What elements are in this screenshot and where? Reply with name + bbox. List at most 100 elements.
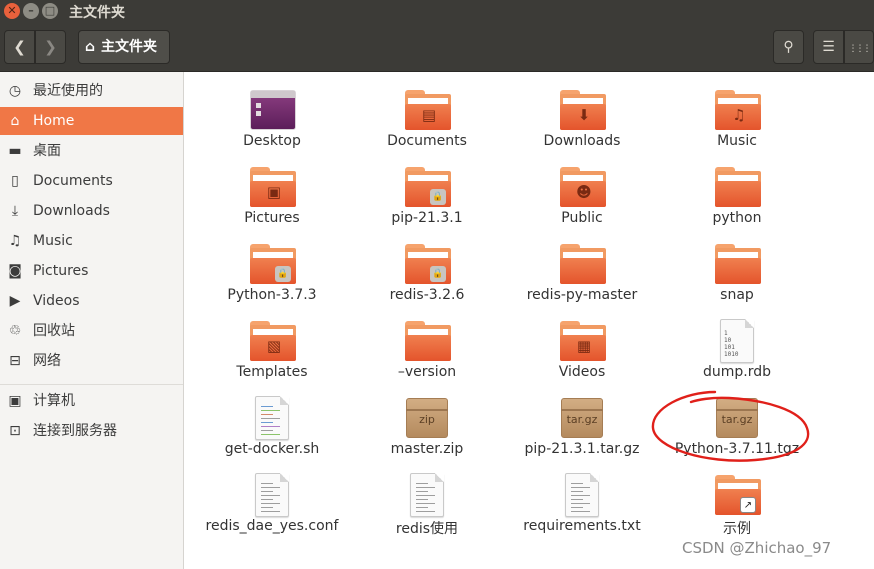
file-item[interactable]: 1 10 101 1010 dump.rdb: [662, 315, 812, 387]
sidebar-item-label: Downloads: [33, 203, 110, 219]
file-icon: ☻: [558, 165, 606, 209]
archive-type-label: zip: [419, 413, 435, 426]
file-item[interactable]: Desktop: [197, 84, 347, 156]
document-icon: ▯: [11, 173, 19, 189]
file-item[interactable]: ▤ Documents: [352, 84, 502, 156]
title-bar: ✕ – □ 主文件夹: [0, 0, 874, 23]
sidebar-item-9[interactable]: ♲ 回收站: [0, 317, 183, 345]
file-item[interactable]: get-docker.sh: [197, 392, 347, 464]
file-item[interactable]: redis使用: [352, 469, 502, 541]
desktop-icon-strip: [251, 91, 295, 98]
file-item[interactable]: zip master.zip: [352, 392, 502, 464]
file-item[interactable]: ♫ Music: [662, 84, 812, 156]
file-item[interactable]: ⬇ Downloads: [507, 84, 657, 156]
text-line: [416, 491, 428, 492]
document-emblem-icon: ▤: [421, 106, 437, 124]
text-line: [416, 487, 435, 488]
file-icon: [558, 242, 606, 286]
page-corner: [280, 473, 289, 482]
text-line: [416, 507, 428, 508]
folder-front: [405, 335, 451, 361]
file-item[interactable]: requirements.txt: [507, 469, 657, 541]
sidebar-item-10[interactable]: ⊟ 网络: [0, 347, 183, 375]
file-item[interactable]: redis-py-master: [507, 238, 657, 310]
file-item[interactable]: ▣ Pictures: [197, 161, 347, 233]
file-name: Templates: [236, 364, 308, 380]
file-item[interactable]: ▧ Templates: [197, 315, 347, 387]
page-corner: [280, 396, 289, 405]
lock-icon: 🔒: [275, 266, 291, 282]
file-name: Videos: [558, 364, 606, 380]
file-item[interactable]: ▦ Videos: [507, 315, 657, 387]
sidebar-divider: [0, 384, 183, 385]
sidebar-item-12[interactable]: ⊡ 连接到服务器: [0, 417, 183, 445]
file-icon: ▦: [558, 319, 606, 363]
file-item[interactable]: 🔒 pip-21.3.1: [352, 161, 502, 233]
page-corner: [745, 319, 754, 328]
text-line: [416, 495, 435, 496]
sidebar: ◷ 最近使用的 ⌂ Home ▬ 桌面 ▯ Documents ⤓ Downloads ♫ Music…: [0, 72, 184, 569]
path-bar-home-button[interactable]: ⌂ 主文件夹: [78, 30, 170, 64]
file-name: snap: [720, 287, 754, 303]
file-item[interactable]: snap: [662, 238, 812, 310]
file-item[interactable]: tar.gz pip-21.3.1.tar.gz: [507, 392, 657, 464]
sidebar-item-8[interactable]: ▶ Videos: [0, 287, 183, 315]
close-window-button[interactable]: ✕: [4, 3, 20, 19]
sidebar-item-label: Home: [33, 113, 75, 129]
folder-icon: ⬇: [560, 90, 606, 130]
file-item[interactable]: ↗ 示例: [662, 469, 812, 541]
minimize-window-button[interactable]: –: [23, 3, 39, 19]
file-item[interactable]: ☻ Public: [507, 161, 657, 233]
file-item[interactable]: python: [662, 161, 812, 233]
file-icon: ▤: [403, 88, 451, 132]
desktop-icon-block: [256, 103, 261, 108]
file-name: Public: [561, 210, 603, 226]
folder-icon: 🔒: [250, 244, 296, 284]
text-line: [261, 434, 280, 435]
file-name: Python-3.7.3: [227, 287, 317, 303]
sidebar-item-label: Videos: [33, 293, 80, 309]
search-button[interactable]: ⚲: [773, 30, 804, 64]
sidebar-item-1[interactable]: ◷ 最近使用的: [0, 77, 183, 105]
sidebar-item-label: 网络: [33, 353, 61, 369]
sidebar-item-6[interactable]: ♫ Music: [0, 227, 183, 255]
text-line: [261, 483, 273, 484]
sidebar-item-3[interactable]: ▬ 桌面: [0, 137, 183, 165]
maximize-window-button[interactable]: □: [42, 3, 58, 19]
page-corner: [435, 473, 444, 482]
file-item[interactable]: 🔒 redis-3.2.6: [352, 238, 502, 310]
sidebar-item-label: Music: [33, 233, 73, 249]
file-icon: [403, 319, 451, 363]
folder-icon: ↗: [715, 475, 761, 515]
file-icon: ▧: [248, 319, 296, 363]
folder-icon: ▣: [250, 167, 296, 207]
file-icon: 1 10 101 1010: [713, 319, 761, 363]
file-name: master.zip: [390, 441, 464, 457]
text-line: [416, 499, 428, 500]
film-emblem-icon: ▦: [576, 337, 592, 355]
file-icon: 🔒: [403, 165, 451, 209]
file-item[interactable]: –version: [352, 315, 502, 387]
sidebar-item-7[interactable]: ◙ Pictures: [0, 257, 183, 285]
sidebar-item-2[interactable]: ⌂ Home: [0, 107, 183, 135]
forward-button[interactable]: ❯: [35, 30, 66, 64]
sidebar-item-4[interactable]: ▯ Documents: [0, 167, 183, 195]
binary-digits: 1 10 101 1010: [724, 330, 739, 358]
sidebar-item-5[interactable]: ⤓ Downloads: [0, 197, 183, 225]
list-view-button[interactable]: ☰: [813, 30, 844, 64]
sidebar-item-11[interactable]: ▣ 计算机: [0, 387, 183, 415]
text-line: [571, 495, 590, 496]
grid-view-button[interactable]: ⋮⋮⋮: [844, 30, 874, 64]
folder-icon: ♫: [715, 90, 761, 130]
file-icon: [713, 165, 761, 209]
back-button[interactable]: ❮: [4, 30, 35, 64]
file-name: 示例: [723, 521, 751, 537]
clock-icon: ◷: [8, 83, 22, 99]
path-bar-label: 主文件夹: [101, 39, 157, 55]
file-item[interactable]: redis_dae_yes.conf: [197, 469, 347, 541]
lock-icon: 🔒: [430, 266, 446, 282]
file-item[interactable]: 🔒 Python-3.7.3: [197, 238, 347, 310]
folder-icon: ☻: [560, 167, 606, 207]
binary-file-icon: 1 10 101 1010: [720, 319, 754, 363]
file-name: Pictures: [244, 210, 300, 226]
